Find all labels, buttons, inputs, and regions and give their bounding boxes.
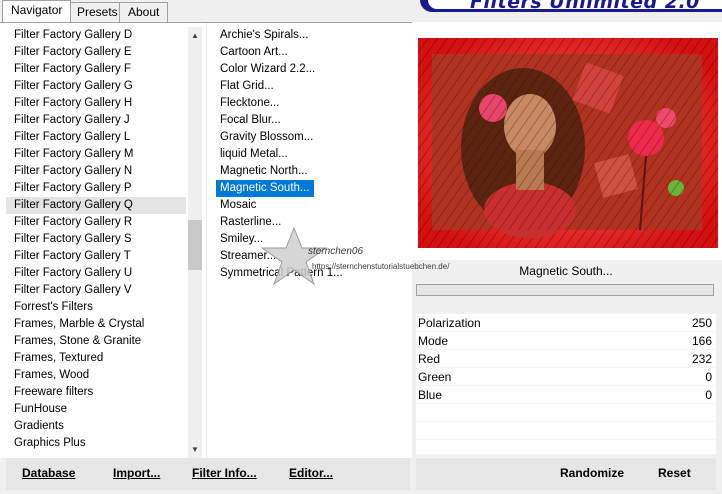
- filter-item[interactable]: Magnetic North...: [216, 163, 312, 180]
- scroll-thumb[interactable]: [188, 220, 202, 270]
- right-button-bar: Randomize Reset: [416, 458, 716, 490]
- param-name: Mode: [418, 334, 449, 348]
- param-row-empty: [416, 440, 716, 458]
- database-button[interactable]: Database: [22, 466, 75, 480]
- category-item[interactable]: Frames, Textured: [6, 350, 186, 367]
- category-item[interactable]: Filter Factory Gallery S: [6, 231, 186, 248]
- param-name: Polarization: [418, 316, 481, 330]
- param-row[interactable]: Red 232: [416, 350, 716, 368]
- tab-navigator[interactable]: Navigator: [2, 0, 72, 22]
- category-item[interactable]: FunHouse: [6, 401, 186, 418]
- category-item[interactable]: Filter Factory Gallery N: [6, 163, 186, 180]
- parameter-list: Polarization 250 Mode 166 Red 232 Green 0 Blue 0: [416, 314, 716, 458]
- tab-presets[interactable]: Presets: [68, 2, 127, 22]
- progress-bar: [416, 284, 714, 296]
- filter-info-button[interactable]: Filter Info...: [192, 466, 257, 480]
- param-row[interactable]: Blue 0: [416, 386, 716, 404]
- param-name: Green: [418, 370, 452, 384]
- param-row[interactable]: Mode 166: [416, 332, 716, 350]
- category-item[interactable]: Frames, Stone & Granite: [6, 333, 186, 350]
- param-row[interactable]: Green 0: [416, 368, 716, 386]
- category-item[interactable]: Filter Factory Gallery Q: [6, 197, 186, 214]
- category-item[interactable]: Filter Factory Gallery T: [6, 248, 186, 265]
- category-item[interactable]: Filter Factory Gallery J: [6, 112, 186, 129]
- category-scrollbar[interactable]: ▲ ▼: [188, 27, 202, 459]
- category-item[interactable]: Filter Factory Gallery F: [6, 61, 186, 78]
- category-item[interactable]: Filter Factory Gallery L: [6, 129, 186, 146]
- filter-item[interactable]: Flecktone...: [216, 95, 283, 112]
- category-item[interactable]: Frames, Marble & Crystal: [6, 316, 186, 333]
- param-value: 0: [705, 388, 712, 402]
- filter-item[interactable]: Color Wizard 2.2...: [216, 61, 319, 78]
- param-value: 0: [705, 370, 712, 384]
- preview-panel: [412, 22, 722, 260]
- category-item[interactable]: Filter Factory Gallery R: [6, 214, 186, 231]
- param-value: 232: [691, 352, 712, 366]
- filter-item[interactable]: Focal Blur...: [216, 112, 285, 129]
- category-item[interactable]: Graphics Plus: [6, 435, 186, 452]
- preview-filter-name: Magnetic South...: [519, 264, 613, 278]
- filter-item[interactable]: Gravity Blossom...: [216, 129, 317, 146]
- category-item[interactable]: Forrest's Filters: [6, 299, 186, 316]
- filter-item[interactable]: Flat Grid...: [216, 78, 278, 95]
- param-row[interactable]: Polarization 250: [416, 314, 716, 332]
- left-button-bar: Database Import... Filter Info... Editor…: [6, 458, 410, 490]
- import-button[interactable]: Import...: [113, 466, 160, 480]
- category-item[interactable]: Filter Factory Gallery E: [6, 44, 186, 61]
- param-name: Blue: [418, 388, 443, 402]
- watermark-text: sternchen06: [308, 246, 364, 257]
- category-item[interactable]: Frames, Wood: [6, 367, 186, 384]
- category-item[interactable]: Freeware filters: [6, 384, 186, 401]
- scroll-up-icon[interactable]: ▲: [188, 29, 202, 43]
- filter-item[interactable]: Mosaic: [216, 197, 260, 214]
- navigator-panel: Filter Factory Gallery D Filter Factory G…: [0, 22, 412, 459]
- filter-item[interactable]: Archie's Spirals...: [216, 27, 312, 44]
- preview-pattern: [418, 38, 718, 248]
- category-item[interactable]: Filter Factory Gallery U: [6, 265, 186, 282]
- param-row-empty: [416, 422, 716, 440]
- category-item[interactable]: Filter Factory Gallery D: [6, 27, 186, 44]
- param-value: 166: [691, 334, 712, 348]
- editor-button[interactable]: Editor...: [289, 466, 333, 480]
- randomize-button[interactable]: Randomize: [560, 466, 624, 480]
- category-item[interactable]: Filter Factory Gallery G: [6, 78, 186, 95]
- filter-item[interactable]: Cartoon Art...: [216, 44, 292, 61]
- scroll-down-icon[interactable]: ▼: [188, 443, 202, 457]
- category-item[interactable]: Filter Factory Gallery M: [6, 146, 186, 163]
- category-item[interactable]: Filter Factory Gallery V: [6, 282, 186, 299]
- param-row-empty: [416, 404, 716, 422]
- category-item[interactable]: Filter Factory Gallery H: [6, 95, 186, 112]
- list-divider: [206, 23, 207, 459]
- filter-item[interactable]: liquid Metal...: [216, 146, 292, 163]
- reset-button[interactable]: Reset: [658, 466, 691, 480]
- category-item[interactable]: Filter Factory Gallery P: [6, 180, 186, 197]
- param-name: Red: [418, 352, 441, 366]
- tab-about[interactable]: About: [119, 2, 169, 22]
- category-item[interactable]: Gradients: [6, 418, 186, 435]
- preview-image: [418, 38, 718, 248]
- filter-item[interactable]: Magnetic South...: [216, 180, 314, 197]
- banner-title: Filters Unlimited 2.0: [470, 0, 700, 13]
- category-list[interactable]: Filter Factory Gallery D Filter Factory G…: [6, 27, 186, 459]
- param-value: 250: [691, 316, 712, 330]
